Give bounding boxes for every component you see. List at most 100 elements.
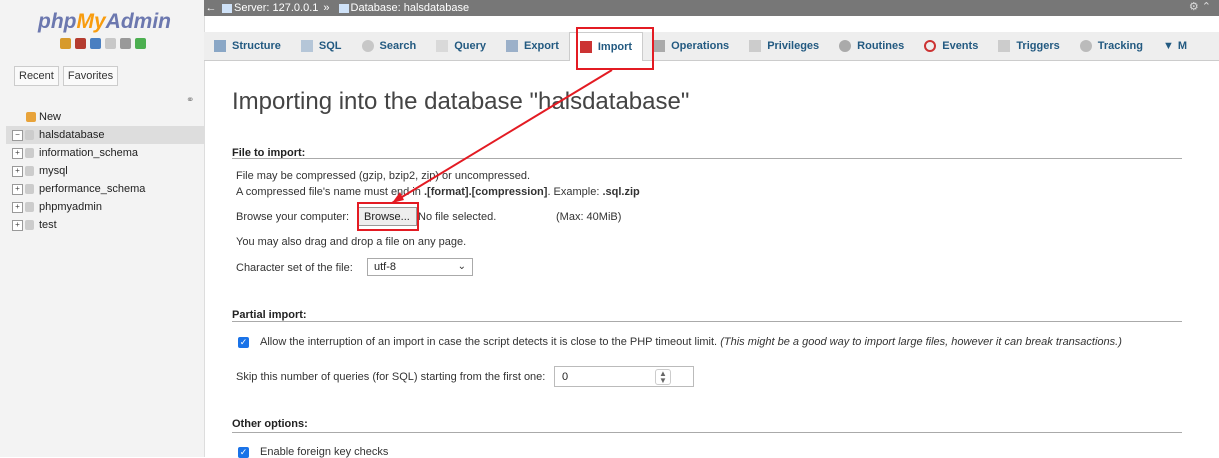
tree-item-information-schema[interactable]: + information_schema xyxy=(6,144,204,162)
database-icon xyxy=(25,184,34,194)
foreign-key-checkbox[interactable]: ✓ xyxy=(238,447,249,458)
tree-item-test[interactable]: + test xyxy=(6,216,204,234)
navigation-sidebar: phpMyAdmin Recent Favorites ⚭ New − hals… xyxy=(0,0,205,457)
top-right-icons[interactable]: ⚙ ⌃ xyxy=(1189,0,1211,13)
chevron-down-icon: ▼ xyxy=(1162,40,1174,52)
triggers-icon xyxy=(998,40,1011,52)
tree-item-halsdatabase[interactable]: − halsdatabase xyxy=(6,126,204,144)
extension-note: A compressed file's name must end in .[f… xyxy=(236,186,640,198)
database-icon xyxy=(25,148,34,158)
skip-queries-value: 0 xyxy=(562,370,569,383)
divider xyxy=(232,158,1182,159)
tab-export[interactable]: Export xyxy=(496,32,569,60)
tree-item-label: halsdatabase xyxy=(39,129,105,141)
tree-item-label: phpmyadmin xyxy=(39,201,102,213)
expand-icon[interactable]: + xyxy=(12,219,23,231)
charset-select[interactable]: utf-8 ⌄ xyxy=(367,258,473,276)
favorites-tab[interactable]: Favorites xyxy=(62,66,119,86)
expand-icon[interactable]: + xyxy=(12,201,23,213)
new-db-icon xyxy=(26,112,36,122)
expand-icon[interactable]: + xyxy=(12,183,23,195)
max-size: (Max: 40MiB) xyxy=(556,211,622,223)
tree-item-label: information_schema xyxy=(39,147,139,159)
tab-tracking[interactable]: Tracking xyxy=(1070,32,1153,60)
skip-queries-label: Skip this number of queries (for SQL) st… xyxy=(236,371,546,383)
export-icon xyxy=(506,40,519,52)
database-icon xyxy=(25,202,34,212)
browse-label: Browse your computer: xyxy=(236,211,350,223)
phpmyadmin-logo[interactable]: phpMyAdmin xyxy=(38,10,171,34)
tab-triggers[interactable]: Triggers xyxy=(988,32,1069,60)
collapse-sidebar-icon[interactable]: ← xyxy=(204,2,218,14)
tab-operations[interactable]: Operations xyxy=(643,32,739,60)
tab-privileges[interactable]: Privileges xyxy=(739,32,829,60)
expand-icon[interactable]: + xyxy=(12,165,23,177)
no-file-text: No file selected. xyxy=(418,211,497,223)
tree-item-performance-schema[interactable]: + performance_schema xyxy=(6,180,204,198)
browse-button-highlight xyxy=(357,202,419,231)
charset-label: Character set of the file: xyxy=(236,262,353,274)
drag-drop-text: You may also drag and drop a file on any… xyxy=(236,236,467,248)
tree-item-phpmyadmin[interactable]: + phpmyadmin xyxy=(6,198,204,216)
other-section-title: Other options: xyxy=(232,418,308,430)
tab-events[interactable]: Events xyxy=(914,32,988,60)
server-icon xyxy=(222,3,232,13)
search-icon xyxy=(361,40,374,52)
divider xyxy=(232,432,1182,433)
tree-item-mysql[interactable]: + mysql xyxy=(6,162,204,180)
tab-sql[interactable]: SQL xyxy=(291,32,352,60)
breadcrumb-server[interactable]: Server: 127.0.0.1 xyxy=(234,2,318,14)
privileges-icon xyxy=(749,40,762,52)
breadcrumb-separator: » xyxy=(323,2,330,14)
clock-icon xyxy=(924,40,937,52)
allow-interrupt-checkbox[interactable]: ✓ xyxy=(238,337,249,348)
divider xyxy=(232,321,1182,322)
charset-value: utf-8 xyxy=(374,261,397,273)
recent-tab[interactable]: Recent xyxy=(14,66,59,86)
structure-icon xyxy=(214,40,226,52)
compression-note: File may be compressed (gzip, bzip2, zip… xyxy=(236,170,531,182)
database-icon xyxy=(338,3,349,13)
database-tree: New − halsdatabase + information_schema … xyxy=(6,108,204,234)
foreign-key-label: Enable foreign key checks xyxy=(260,446,389,458)
home-icon[interactable] xyxy=(60,38,71,49)
tab-routines[interactable]: Routines xyxy=(829,32,914,60)
tab-more[interactable]: ▼ M xyxy=(1153,32,1197,60)
tree-item-label: test xyxy=(39,219,57,231)
tab-search[interactable]: Search xyxy=(352,32,427,60)
database-icon xyxy=(25,130,34,140)
logo-admin: Admin xyxy=(105,10,171,33)
docs-icon[interactable] xyxy=(105,38,116,49)
top-menu: Structure SQL Search Query Export Import… xyxy=(204,31,1219,61)
settings-icon[interactable] xyxy=(120,38,131,49)
logout-icon[interactable] xyxy=(75,38,86,49)
collapse-icon[interactable]: − xyxy=(12,129,23,141)
database-icon xyxy=(25,166,34,176)
chevron-down-icon: ⌄ xyxy=(457,261,466,272)
link-icon[interactable]: ⚭ xyxy=(186,95,194,106)
tab-structure[interactable]: Structure xyxy=(204,32,291,60)
help-icon[interactable] xyxy=(90,38,101,49)
tree-item-label: mysql xyxy=(39,165,68,177)
routines-icon xyxy=(839,40,852,52)
breadcrumb: ← Server: 127.0.0.1 » Database: halsdata… xyxy=(204,0,1219,16)
spinner-icon[interactable]: ▲ ▼ xyxy=(655,369,671,385)
expand-icon[interactable]: + xyxy=(12,147,23,159)
tree-item-label: performance_schema xyxy=(39,183,146,195)
tree-item-new[interactable]: New xyxy=(6,108,204,126)
sql-icon xyxy=(300,40,313,52)
allow-interrupt-label: Allow the interruption of an import in c… xyxy=(260,336,1122,348)
breadcrumb-database[interactable]: Database: halsdatabase xyxy=(351,2,470,14)
database-icon xyxy=(25,220,34,230)
page-title: Importing into the database "halsdatabas… xyxy=(232,88,690,115)
wrench-icon xyxy=(653,40,666,52)
tree-item-label: New xyxy=(39,111,62,123)
logo-php: php xyxy=(38,10,77,33)
tab-query[interactable]: Query xyxy=(426,32,496,60)
import-tab-highlight xyxy=(576,27,654,70)
partial-section-title: Partial import: xyxy=(232,309,307,321)
logo-my: My xyxy=(76,10,106,33)
reload-icon[interactable] xyxy=(135,38,146,49)
quick-icons xyxy=(60,38,146,49)
skip-queries-input[interactable]: 0 ▲ ▼ xyxy=(554,366,694,387)
